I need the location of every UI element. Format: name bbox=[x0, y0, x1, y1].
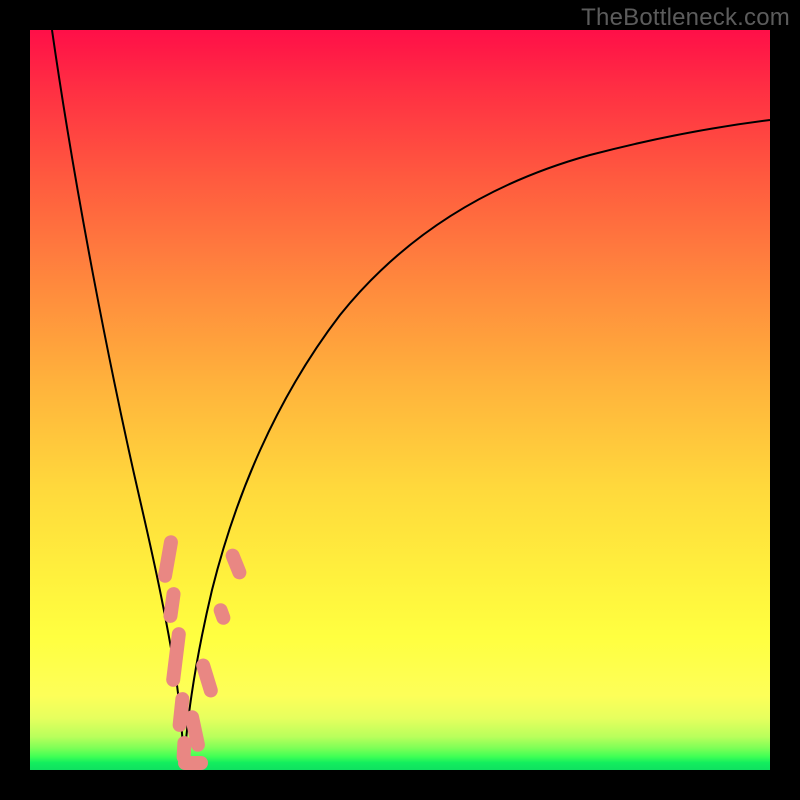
nugget bbox=[157, 534, 179, 584]
nugget bbox=[224, 547, 249, 582]
watermark-text: TheBottleneck.com bbox=[581, 4, 790, 32]
plot-area bbox=[30, 30, 770, 770]
nugget bbox=[178, 756, 208, 770]
chart-frame: TheBottleneck.com bbox=[0, 0, 800, 800]
curve-left-branch bbox=[52, 30, 184, 766]
curve-right-branch bbox=[184, 120, 770, 766]
nugget bbox=[163, 586, 182, 624]
nugget bbox=[212, 601, 233, 626]
chart-overlay bbox=[30, 30, 770, 770]
nugget-group bbox=[157, 534, 249, 770]
nugget bbox=[194, 657, 219, 699]
